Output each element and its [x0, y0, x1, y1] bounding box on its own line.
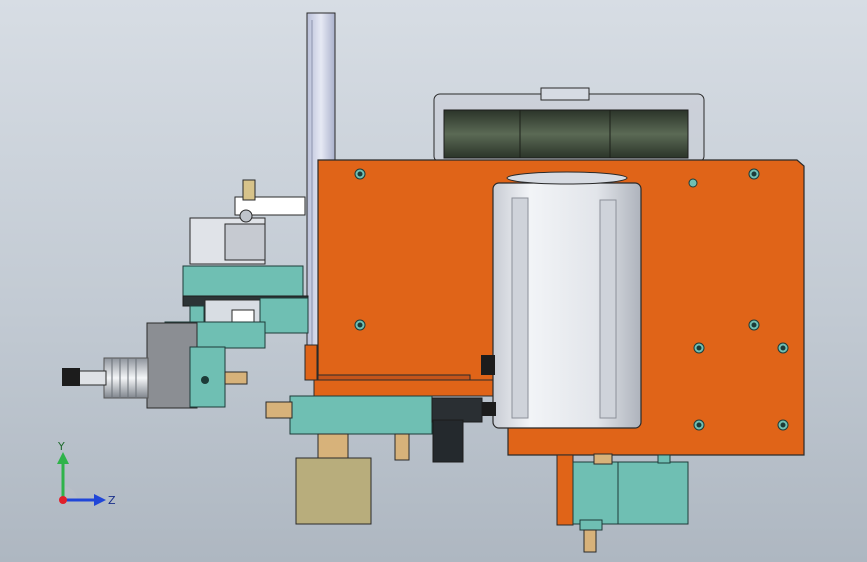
- cad-model-view[interactable]: [0, 0, 867, 562]
- khaki-solenoid-box: [295, 433, 372, 525]
- valve-block: [189, 179, 306, 265]
- graphics-viewport[interactable]: Y Z: [0, 0, 867, 562]
- bottom-right-valve: [556, 453, 689, 553]
- triad-z-label: Z: [108, 494, 116, 507]
- triad-y-label: Y: [57, 440, 65, 453]
- gripper-assembly[interactable]: [62, 321, 266, 409]
- motor-body[interactable]: [476, 171, 642, 429]
- lower-cylinder: [265, 395, 483, 463]
- view-orientation-triad-icon[interactable]: Y Z: [40, 438, 120, 518]
